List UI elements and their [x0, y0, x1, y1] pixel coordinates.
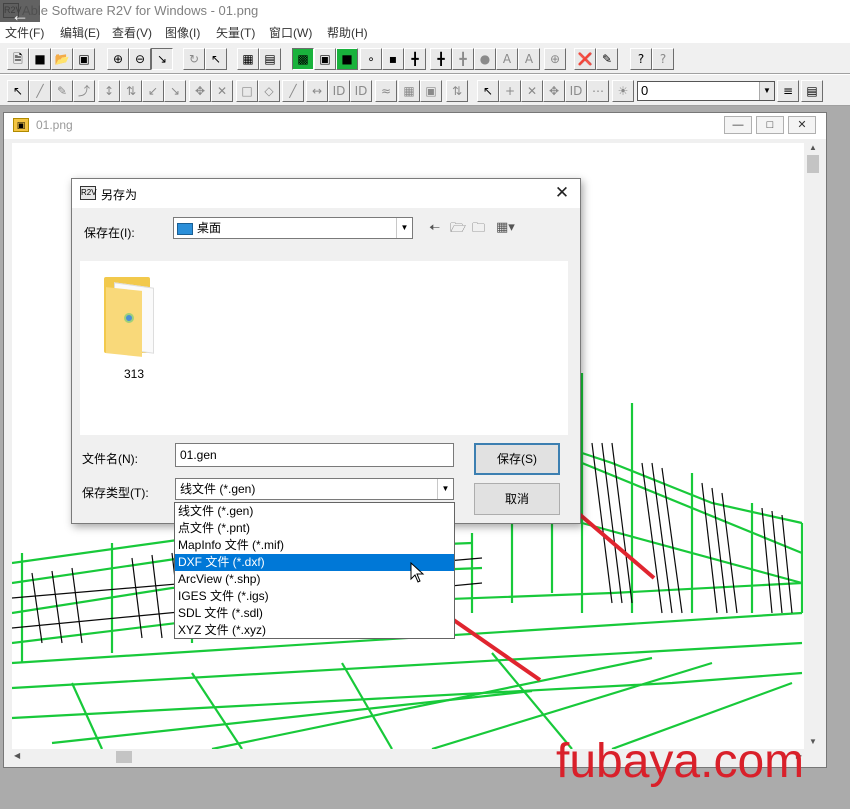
mouse-cursor-icon	[410, 562, 425, 583]
dialog-titlebar: R2V 另存为 ✕	[72, 179, 580, 208]
filename-input[interactable]: 01.gen	[175, 443, 454, 467]
save-in-label: 保存在(I):	[84, 226, 135, 240]
save-in-value: 桌面	[197, 221, 222, 235]
chevron-down-icon[interactable]: ▼	[437, 479, 453, 499]
save-as-dialog: R2V 另存为 ✕ 保存在(I): 桌面 ▼ 🠠 🗁 🗀 ▦▾ 313 文件名(…	[71, 178, 581, 524]
back-icon[interactable]: 🠠	[429, 219, 440, 241]
filetype-option-mif[interactable]: MapInfo 文件 (*.mif)	[175, 537, 454, 554]
cancel-button[interactable]: 取消	[474, 483, 560, 515]
desktop-icon	[177, 222, 193, 235]
filetype-option-gen[interactable]: 线文件 (*.gen)	[175, 503, 454, 520]
new-folder-icon[interactable]: 🗀	[472, 219, 485, 241]
watermark-text: fubaya.com	[556, 735, 805, 788]
filetype-option-sdl[interactable]: SDL 文件 (*.sdl)	[175, 605, 454, 622]
chevron-down-icon[interactable]: ▼	[396, 218, 412, 238]
filetype-option-igs[interactable]: IGES 文件 (*.igs)	[175, 588, 454, 605]
filename-value: 01.gen	[180, 448, 217, 462]
save-in-combo[interactable]: 桌面 ▼	[173, 217, 413, 239]
filetype-option-pnt[interactable]: 点文件 (*.pnt)	[175, 520, 454, 537]
folder-label[interactable]: 313	[124, 367, 144, 381]
save-button[interactable]: 保存(S)	[474, 443, 560, 475]
filetype-label: 保存类型(T):	[82, 486, 149, 500]
filetype-combo[interactable]: 线文件 (*.gen) ▼	[175, 478, 454, 500]
dialog-close-icon[interactable]: ✕	[552, 183, 572, 203]
file-list[interactable]: 313	[80, 261, 568, 435]
filetype-option-xyz[interactable]: XYZ 文件 (*.xyz)	[175, 622, 454, 639]
folder-icon[interactable]	[102, 277, 172, 357]
filename-label: 文件名(N):	[82, 452, 138, 466]
view-menu-icon[interactable]: ▦▾	[496, 219, 515, 235]
up-folder-icon[interactable]: 🗁	[450, 219, 466, 241]
dialog-app-icon: R2V	[80, 186, 97, 200]
dialog-title: 另存为	[101, 188, 138, 202]
filetype-value: 线文件 (*.gen)	[180, 482, 256, 496]
